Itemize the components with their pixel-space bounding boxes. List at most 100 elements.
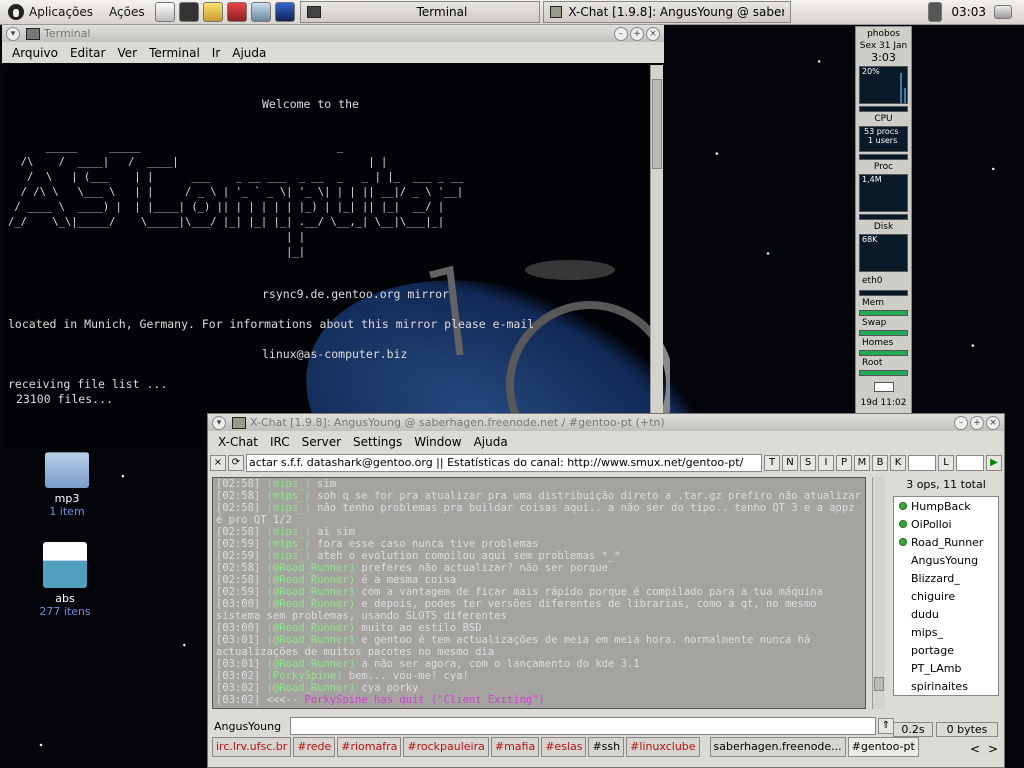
maximize-button[interactable]: + — [630, 26, 644, 41]
nick-label[interactable]: AngusYoung — [214, 720, 281, 733]
channel-tab[interactable]: #gentoo-pt — [847, 737, 919, 757]
menu-server[interactable]: Server — [296, 435, 347, 449]
menu-ajuda[interactable]: Ajuda — [468, 435, 514, 449]
chat-nick[interactable]: (@Road_Runner) — [267, 586, 356, 598]
mode-b-button[interactable]: B — [872, 454, 888, 471]
menu-ir[interactable]: Ir — [206, 46, 226, 60]
close-tab-icon[interactable]: × — [210, 454, 226, 471]
user-list-item[interactable]: mips_ — [894, 623, 998, 641]
menu-settings[interactable]: Settings — [347, 435, 408, 449]
tab-prev-icon[interactable]: < — [970, 742, 980, 756]
mode-p-button[interactable]: P — [836, 454, 852, 471]
user-list-item[interactable]: HumpBack — [894, 497, 998, 515]
chat-nick[interactable]: (mips_) — [267, 478, 311, 490]
home-icon[interactable] — [154, 2, 175, 22]
chat-nick[interactable]: (@Road_Runner) — [267, 658, 356, 670]
window-menu-icon[interactable]: ▾ — [212, 415, 226, 430]
chat-log[interactable]: [02:58] (mips_) sim [02:58] (mips_) soh q… — [212, 477, 866, 709]
key-input[interactable] — [908, 454, 936, 471]
menu-window[interactable]: Window — [408, 435, 467, 449]
user-list-item[interactable]: dudu — [894, 605, 998, 623]
limit-input[interactable] — [956, 454, 984, 471]
menu-ajuda[interactable]: Ajuda — [226, 46, 272, 60]
chat-nick[interactable]: (@Road_Runner) — [267, 598, 356, 610]
channel-tab[interactable]: #rede — [293, 737, 336, 757]
user-list-item[interactable]: AngusYoung — [894, 551, 998, 569]
channel-tab[interactable]: #riomafra — [337, 737, 402, 757]
window-menu-icon[interactable]: ▾ — [6, 26, 20, 41]
chat-nick[interactable]: (mips_) — [267, 550, 311, 562]
message-input[interactable] — [290, 717, 876, 735]
user-list-item[interactable]: portage — [894, 641, 998, 659]
channel-tab[interactable]: saberhagen.freenode... — [709, 737, 846, 757]
chat-nick[interactable]: (@Road_Runner) — [267, 622, 356, 634]
channel-tab[interactable]: #mafia — [490, 737, 540, 757]
chat-nick[interactable]: (mips_) — [267, 502, 311, 514]
channel-tab[interactable]: #eslas — [541, 737, 587, 757]
close-button[interactable]: × — [646, 26, 660, 41]
file-manager-icon[interactable] — [250, 2, 271, 22]
mode-n-button[interactable]: N — [782, 454, 798, 471]
topic-field[interactable]: actar s.f.f. datashark@gentoo.org || Est… — [246, 453, 762, 472]
xchat-titlebar[interactable]: ▾ X-Chat [1.9.8]: AngusYoung @ saberhage… — [208, 414, 1004, 431]
chat-nick[interactable]: (@Road_Runner) — [267, 574, 356, 586]
mode-i-button[interactable]: I — [818, 454, 834, 471]
user-list-item[interactable]: OiPolloi — [894, 515, 998, 533]
close-button[interactable]: × — [986, 415, 1000, 430]
actions-menu[interactable]: Ações — [101, 0, 153, 25]
minimize-button[interactable]: – — [614, 26, 628, 41]
mode-t-button[interactable]: T — [764, 454, 780, 471]
user-list-item[interactable]: chiguire — [894, 587, 998, 605]
user-list-item[interactable]: Blizzard_ — [894, 569, 998, 587]
chat-nick[interactable]: (PorkySpine) — [267, 670, 343, 682]
channel-tab[interactable]: #rockpauleira — [403, 737, 489, 757]
channel-tab[interactable]: irc.lrv.ufsc.br — [212, 737, 292, 757]
mail-launcher-icon[interactable] — [202, 2, 223, 22]
arrow-right-icon[interactable]: ▶ — [986, 454, 1002, 471]
tab-next-icon[interactable]: > — [988, 742, 998, 756]
terminal-scrollbar[interactable] — [650, 65, 663, 435]
trash-icon[interactable] — [928, 2, 942, 22]
terminal-screen[interactable]: Welcome to the _____ _____ _ /\ / ____| … — [4, 65, 652, 453]
user-list-item[interactable]: spirinaites — [894, 677, 998, 695]
mode-s-button[interactable]: S — [800, 454, 816, 471]
mode-m-button[interactable]: M — [854, 454, 870, 471]
desktop-icon-abs[interactable]: abs 277 itens — [25, 542, 105, 618]
gnome-launcher-icon[interactable] — [226, 2, 247, 22]
chat-nick[interactable]: (mips_) — [267, 490, 311, 502]
mail-icon[interactable] — [873, 382, 894, 392]
maximize-button[interactable]: + — [970, 415, 984, 430]
chat-scrollbar[interactable] — [872, 477, 885, 709]
minimize-button[interactable]: – — [954, 415, 968, 430]
terminal-titlebar[interactable]: ▾ Terminal – + × — [2, 25, 664, 42]
menu-irc[interactable]: IRC — [264, 435, 296, 449]
taskbar-terminal[interactable]: Terminal — [299, 1, 540, 23]
user-list[interactable]: HumpBack OiPolloi Road_Runner AngusYoung Bli… — [893, 496, 999, 696]
mode-l-button[interactable]: L — [938, 454, 954, 471]
chat-nick[interactable]: <<<-- — [267, 694, 299, 706]
channel-tab[interactable]: #ssh — [588, 737, 625, 757]
panel-clock[interactable]: 03:03 — [951, 0, 986, 25]
user-list-item[interactable]: Road_Runner — [894, 533, 998, 551]
desktop-icon-mp3[interactable]: mp3 1 item — [27, 452, 107, 518]
send-icon[interactable]: ⇑ — [878, 718, 894, 734]
link-icon[interactable]: ⟳ — [228, 454, 244, 471]
mode-k-button[interactable]: K — [890, 454, 906, 471]
menu-editar[interactable]: Editar — [64, 46, 112, 60]
terminal-launcher-icon[interactable] — [178, 2, 199, 22]
chat-nick[interactable]: (mips_) — [267, 526, 311, 538]
chat-nick[interactable]: (mips_) — [267, 538, 311, 550]
scrollbar-thumb[interactable] — [652, 79, 662, 169]
menu-xchat[interactable]: X-Chat — [212, 435, 264, 449]
menu-terminal[interactable]: Terminal — [143, 46, 206, 60]
chat-nick[interactable]: (@Road_Runner) — [267, 634, 356, 646]
chat-nick[interactable]: (@Road_Runner) — [267, 682, 356, 694]
browser-launcher-icon[interactable] — [274, 2, 295, 22]
taskbar-xchat[interactable]: X-Chat [1.9.8]: AngusYoung @ saberhag — [542, 1, 791, 23]
channel-tab[interactable]: #linuxclube — [626, 737, 700, 757]
scrollbar-thumb[interactable] — [874, 677, 884, 691]
user-list-item[interactable]: PT_LAmb — [894, 659, 998, 677]
volume-icon[interactable] — [994, 5, 1012, 19]
applications-menu[interactable]: Aplicações — [0, 0, 101, 25]
menu-arquivo[interactable]: Arquivo — [6, 46, 64, 60]
